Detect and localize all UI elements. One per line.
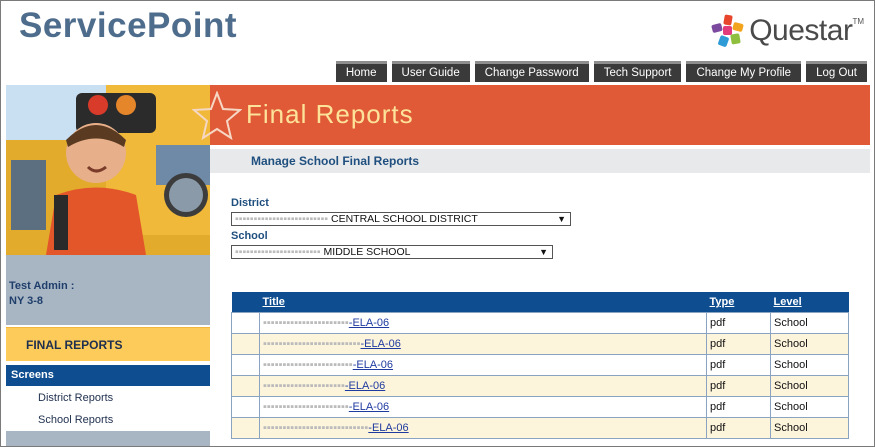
select-column-header: [231, 292, 260, 313]
row-select-cell: [231, 396, 260, 418]
nav-user-guide-button[interactable]: User Guide: [391, 61, 470, 82]
report-level-cell: School: [770, 396, 849, 418]
sidebar-heading-label: FINAL REPORTS: [26, 338, 123, 352]
school-select[interactable]: ▪▪▪▪▪▪▪▪▪▪▪▪▪▪▪▪▪▪▪▪▪▪▪ MIDDLE SCHOOL ▼: [231, 245, 553, 259]
district-select-value: CENTRAL SCHOOL DISTRICT: [330, 213, 478, 225]
school-label: School: [231, 230, 268, 242]
subheader-bar: Manage School Final Reports: [210, 149, 870, 173]
report-title-cell: ▪▪▪▪▪▪▪▪▪▪▪▪▪▪▪▪▪▪▪▪▪▪▪▪▪▪▪-ELA-06: [259, 417, 707, 439]
report-level-cell: School: [770, 312, 849, 334]
nav-log-out-button[interactable]: Log Out: [806, 61, 867, 82]
report-type-cell: pdf: [706, 375, 771, 397]
dropdown-arrow-icon: ▼: [557, 214, 566, 224]
report-title-cell: ▪▪▪▪▪▪▪▪▪▪▪▪▪▪▪▪▪▪▪▪▪▪▪-ELA-06: [259, 354, 707, 376]
servicepoint-logo-text[interactable]: ServicePoint: [19, 6, 237, 46]
report-title-cell: ▪▪▪▪▪▪▪▪▪▪▪▪▪▪▪▪▪▪▪▪▪▪-ELA-06: [259, 396, 707, 418]
user-info-panel: Test Admin : NY 3-8: [6, 255, 210, 325]
table-row: ▪▪▪▪▪▪▪▪▪▪▪▪▪▪▪▪▪▪▪▪▪▪▪▪▪▪▪-ELA-06 pdf S…: [231, 417, 849, 439]
report-title-link[interactable]: -ELA-06: [349, 401, 389, 413]
trademark-mark: TM: [852, 17, 864, 26]
column-header-title[interactable]: Title: [259, 292, 707, 313]
row-select-cell: [231, 417, 260, 439]
sidebar-section-label: Screens: [11, 369, 54, 381]
report-level-cell: School: [770, 417, 849, 439]
redacted-text: ▪▪▪▪▪▪▪▪▪▪▪▪▪▪▪▪▪▪▪▪▪▪: [263, 317, 349, 329]
star-outline-icon: [192, 91, 242, 141]
redacted-text: ▪▪▪▪▪▪▪▪▪▪▪▪▪▪▪▪▪▪▪▪▪: [263, 380, 345, 392]
report-title-link[interactable]: -ELA-06: [349, 317, 389, 329]
questar-star-icon: [711, 14, 744, 47]
table-row: ▪▪▪▪▪▪▪▪▪▪▪▪▪▪▪▪▪▪▪▪▪-ELA-06 pdf School: [231, 375, 849, 397]
redacted-text: ▪▪▪▪▪▪▪▪▪▪▪▪▪▪▪▪▪▪▪▪▪▪▪▪▪▪▪: [263, 422, 369, 434]
table-row: ▪▪▪▪▪▪▪▪▪▪▪▪▪▪▪▪▪▪▪▪▪▪-ELA-06 pdf School: [231, 396, 849, 418]
column-header-level[interactable]: Level: [770, 292, 849, 313]
nav-change-password-button[interactable]: Change Password: [474, 61, 589, 82]
sidebar-item-label: School Reports: [38, 414, 114, 426]
redacted-text: ▪▪▪▪▪▪▪▪▪▪▪▪▪▪▪▪▪▪▪▪▪▪▪: [263, 359, 353, 371]
column-header-type[interactable]: Type: [706, 292, 771, 313]
questar-logo: Questar TM: [711, 11, 864, 51]
nav-change-profile-button[interactable]: Change My Profile: [686, 61, 802, 82]
table-header-row: Title Type Level: [231, 292, 849, 313]
sidebar-section-header: Screens: [6, 365, 210, 386]
sidebar-item-school-reports[interactable]: School Reports: [6, 409, 210, 432]
report-type-cell: pdf: [706, 333, 771, 355]
sidebar-item-label: District Reports: [38, 392, 114, 404]
report-title-link[interactable]: -ELA-06: [345, 380, 385, 392]
photo-illustration: [6, 85, 210, 255]
questar-logo-text: Questar: [749, 14, 853, 47]
report-type-cell: pdf: [706, 312, 771, 334]
row-select-cell: [231, 333, 260, 355]
report-title-cell: ▪▪▪▪▪▪▪▪▪▪▪▪▪▪▪▪▪▪▪▪▪-ELA-06: [259, 375, 707, 397]
report-title-link[interactable]: -ELA-06: [361, 338, 401, 350]
subheader-title: Manage School Final Reports: [251, 154, 420, 168]
report-type-cell: pdf: [706, 354, 771, 376]
dropdown-arrow-icon: ▼: [539, 247, 548, 257]
table-row: ▪▪▪▪▪▪▪▪▪▪▪▪▪▪▪▪▪▪▪▪▪▪▪▪▪-ELA-06 pdf Sch…: [231, 333, 849, 355]
reports-table: Title Type Level ▪▪▪▪▪▪▪▪▪▪▪▪▪▪▪▪▪▪▪▪▪▪-…: [231, 292, 849, 439]
top-nav: Home User Guide Change Password Tech Sup…: [335, 61, 867, 82]
page-title: Final Reports: [246, 99, 414, 129]
row-select-cell: [231, 375, 260, 397]
report-title-link[interactable]: -ELA-06: [368, 422, 408, 434]
nav-tech-support-button[interactable]: Tech Support: [593, 61, 682, 82]
school-select-value: MIDDLE SCHOOL: [323, 246, 411, 258]
page-frame: ServicePoint Questar TM Home User Guide …: [0, 0, 875, 447]
sidebar-heading: FINAL REPORTS: [6, 327, 210, 361]
report-title-cell: ▪▪▪▪▪▪▪▪▪▪▪▪▪▪▪▪▪▪▪▪▪▪-ELA-06: [259, 312, 707, 334]
report-title-cell: ▪▪▪▪▪▪▪▪▪▪▪▪▪▪▪▪▪▪▪▪▪▪▪▪▪-ELA-06: [259, 333, 707, 355]
test-name-label: NY 3-8: [9, 295, 44, 307]
row-select-cell: [231, 354, 260, 376]
district-select[interactable]: ▪▪▪▪▪▪▪▪▪▪▪▪▪▪▪▪▪▪▪▪▪▪▪▪▪ CENTRAL SCHOOL…: [231, 212, 571, 226]
report-level-cell: School: [770, 333, 849, 355]
report-level-cell: School: [770, 354, 849, 376]
report-level-cell: School: [770, 375, 849, 397]
report-type-cell: pdf: [706, 417, 771, 439]
table-row: ▪▪▪▪▪▪▪▪▪▪▪▪▪▪▪▪▪▪▪▪▪▪-ELA-06 pdf School: [231, 312, 849, 334]
report-type-cell: pdf: [706, 396, 771, 418]
page-banner: Final Reports: [192, 85, 870, 145]
nav-home-button[interactable]: Home: [335, 61, 387, 82]
user-role-label: Test Admin :: [9, 280, 75, 292]
redacted-text: ▪▪▪▪▪▪▪▪▪▪▪▪▪▪▪▪▪▪▪▪▪▪▪▪▪: [263, 338, 361, 350]
sidebar-footer: [6, 431, 210, 446]
district-label: District: [231, 197, 269, 209]
redacted-text: ▪▪▪▪▪▪▪▪▪▪▪▪▪▪▪▪▪▪▪▪▪▪▪▪▪: [235, 213, 331, 225]
sidebar-item-district-reports[interactable]: District Reports: [6, 387, 210, 410]
redacted-text: ▪▪▪▪▪▪▪▪▪▪▪▪▪▪▪▪▪▪▪▪▪▪▪: [235, 246, 324, 258]
report-title-link[interactable]: -ELA-06: [353, 359, 393, 371]
row-select-cell: [231, 312, 260, 334]
redacted-text: ▪▪▪▪▪▪▪▪▪▪▪▪▪▪▪▪▪▪▪▪▪▪: [263, 401, 349, 413]
table-row: ▪▪▪▪▪▪▪▪▪▪▪▪▪▪▪▪▪▪▪▪▪▪▪-ELA-06 pdf Schoo…: [231, 354, 849, 376]
school-bus-boy-photo: [6, 85, 210, 255]
